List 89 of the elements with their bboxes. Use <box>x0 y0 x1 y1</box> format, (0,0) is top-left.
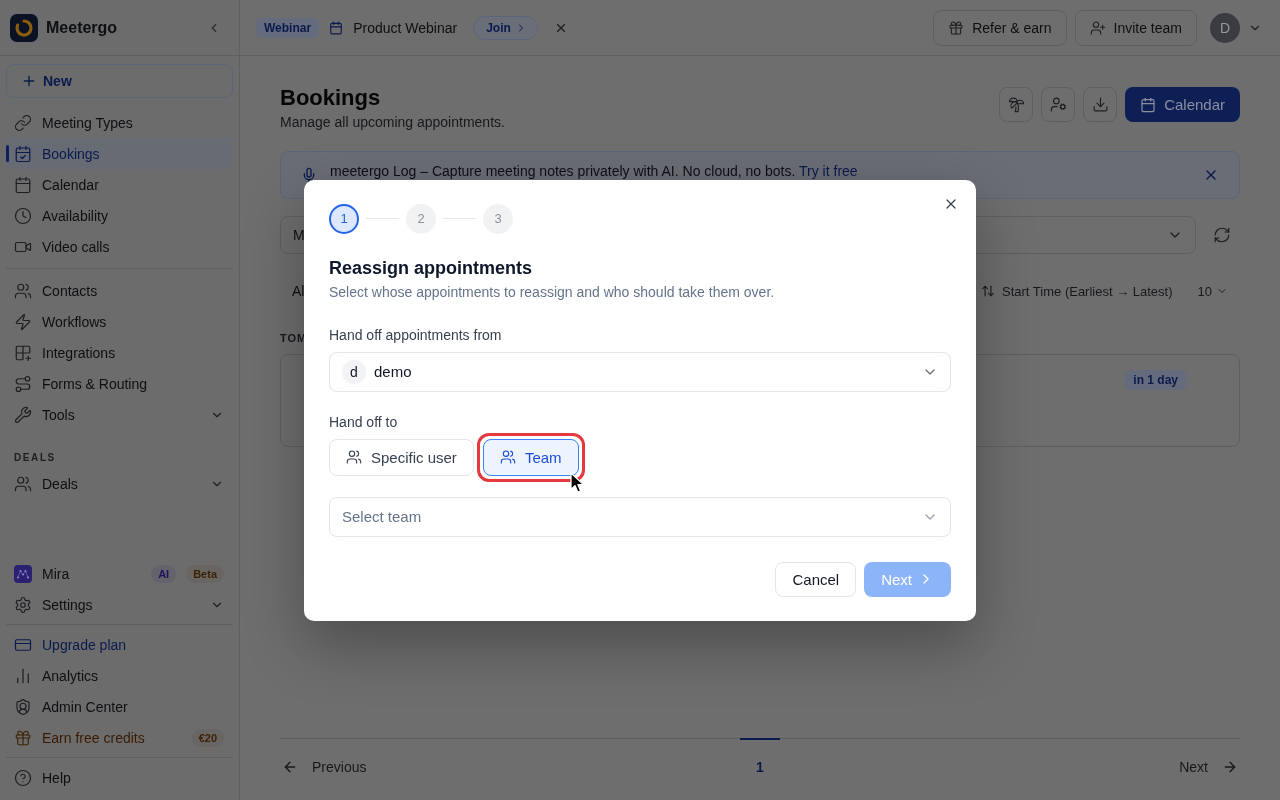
app-logo-icon <box>10 13 38 42</box>
calendar-icon <box>14 175 32 194</box>
step-indicator: 1 <box>329 203 359 234</box>
user-cog-icon <box>1049 96 1067 113</box>
dialog-subtitle: Select whose appointments to reassign and who should take them over. <box>329 282 776 302</box>
event-type-badge: Webinar <box>256 17 320 38</box>
event-title: Product Webinar <box>353 19 458 36</box>
nav-badge: AI <box>151 564 177 583</box>
sort-button[interactable]: Start Time (Earliest → Latest) <box>981 283 1173 299</box>
wrench-icon <box>14 405 32 424</box>
calendar-icon <box>1140 96 1157 113</box>
previous-button[interactable]: Previous <box>280 739 369 794</box>
cancel-button[interactable]: Cancel <box>775 561 857 597</box>
team-select[interactable]: Select team <box>329 496 951 537</box>
palm-tree-icon <box>1007 96 1025 113</box>
grid-plus-icon <box>14 343 32 362</box>
microphone-icon <box>301 167 317 183</box>
sidebar-item[interactable]: Tools <box>6 399 233 430</box>
clock-icon <box>14 206 32 225</box>
page-subtitle: Manage all upcoming appointments. <box>280 113 505 132</box>
constellation-tile-icon <box>14 564 32 583</box>
sidebar-item[interactable]: Integrations <box>6 337 233 368</box>
step-indicator: 2 <box>406 203 436 234</box>
time-badge: in 1 day <box>1125 370 1186 390</box>
sidebar-item[interactable]: Earn free credits €20 <box>6 722 233 753</box>
sort-arrows-icon <box>981 284 996 298</box>
users-icon <box>346 449 362 465</box>
help-icon <box>14 768 32 787</box>
palm-tree-button[interactable] <box>999 87 1034 122</box>
next-page-button[interactable]: Next <box>1177 739 1240 794</box>
sidebar-item[interactable]: Help <box>6 762 233 793</box>
refresh-icon <box>1213 226 1231 244</box>
option-button[interactable]: Specific user <box>329 438 474 476</box>
sidebar-item[interactable]: Upgrade plan <box>6 629 233 660</box>
new-button[interactable]: New <box>6 64 233 98</box>
sidebar-item[interactable]: Workflows <box>6 306 233 337</box>
sidebar-item[interactable]: Video calls <box>6 231 233 262</box>
field-label: Hand off appointments from <box>329 325 503 345</box>
sidebar-item[interactable]: Deals <box>6 468 233 499</box>
lightning-icon <box>14 312 32 331</box>
sidebar-item[interactable]: Bookings <box>6 138 233 169</box>
option-button[interactable]: Team <box>482 438 579 476</box>
download-button[interactable] <box>1083 87 1118 122</box>
section-heading: DEALS <box>13 451 57 465</box>
users-icon <box>14 281 32 300</box>
sidebar-item[interactable]: Forms & Routing <box>6 368 233 399</box>
sidebar-item[interactable]: Availability <box>6 200 233 231</box>
route-icon <box>14 374 32 393</box>
gift-icon <box>948 19 965 36</box>
users-icon <box>14 474 32 493</box>
plus-icon <box>21 73 37 89</box>
filter-tab[interactable]: Al <box>280 283 305 299</box>
download-icon <box>1091 96 1109 113</box>
link-icon <box>14 113 32 132</box>
sidebar-item[interactable]: Contacts <box>6 275 233 306</box>
users-icon <box>499 449 516 465</box>
invite-button[interactable]: Invite team <box>1074 9 1197 46</box>
bar-chart-icon <box>14 666 32 685</box>
sidebar-item[interactable]: Admin Center <box>6 691 233 722</box>
sidebar-item[interactable]: Calendar <box>6 169 233 200</box>
mouse-cursor-icon <box>570 471 585 494</box>
sidebar-item[interactable]: Analytics <box>6 660 233 691</box>
user-settings-button[interactable] <box>1041 87 1076 122</box>
brand-name: Meetergo <box>46 18 119 37</box>
page-number[interactable]: 1 <box>740 738 780 794</box>
gift-icon <box>14 728 32 747</box>
dialog-title: Reassign appointments <box>329 256 534 280</box>
sidebar-item[interactable]: Mira AI Beta <box>6 558 233 589</box>
try-free-link[interactable]: Try it free <box>799 162 858 179</box>
nav-badge: Beta <box>186 564 224 583</box>
page-title: Bookings <box>280 84 382 112</box>
calendar-button[interactable]: Calendar <box>1125 87 1240 122</box>
announcement-text: meetergo Log – Capture meeting notes privately with AI. No cloud, no bots. Try it free <box>330 162 859 179</box>
shield-user-icon <box>14 697 32 716</box>
sidebar-item[interactable]: Meeting Types <box>6 107 233 138</box>
step-indicator: 3 <box>483 203 513 234</box>
refer-button[interactable]: Refer & earn <box>933 9 1067 46</box>
user-select[interactable]: d demo <box>329 351 951 392</box>
sidebar-item[interactable]: Settings <box>6 589 233 620</box>
join-button[interactable]: Join <box>473 15 538 40</box>
settings-icon <box>14 595 32 614</box>
user-avatar[interactable]: D <box>1210 12 1240 43</box>
user-avatar: d <box>342 359 366 384</box>
page-size-select[interactable]: 10 <box>1197 283 1240 299</box>
calendar-icon <box>329 20 344 35</box>
calendar-check-icon <box>14 144 32 163</box>
user-plus-icon <box>1089 19 1106 36</box>
field-label: Hand off to <box>329 412 399 432</box>
nav-badge: €20 <box>191 728 224 747</box>
